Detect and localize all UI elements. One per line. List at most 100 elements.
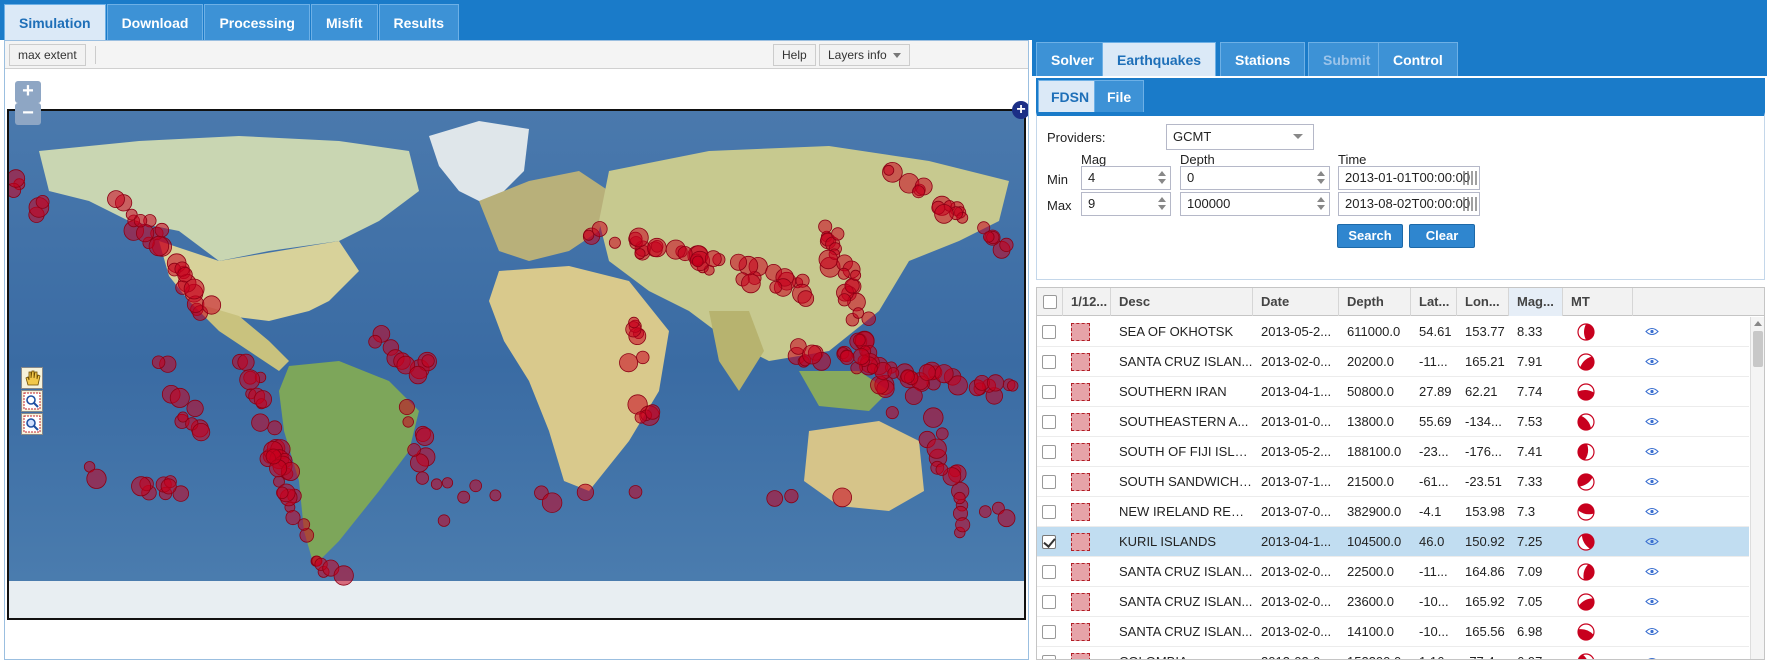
earthquake-marker[interactable] (1007, 380, 1019, 392)
beachball-icon[interactable] (1577, 653, 1595, 660)
earthquake-marker[interactable] (900, 369, 915, 384)
beachball-icon[interactable] (1577, 353, 1595, 371)
earthquake-marker[interactable] (934, 364, 954, 384)
earthquake-marker[interactable] (169, 387, 190, 408)
zoom-extent-icon[interactable] (21, 413, 43, 435)
column-header-index[interactable]: 1/12... (1063, 288, 1111, 316)
tab-fdsn[interactable]: FDSN (1038, 80, 1103, 112)
overview-map-toggle[interactable]: + (1012, 101, 1028, 119)
row-checkbox[interactable] (1042, 325, 1056, 339)
earthquake-marker[interactable] (415, 471, 429, 485)
earthquake-marker[interactable] (628, 485, 643, 499)
min-depth-field[interactable]: 0 (1180, 166, 1330, 190)
max-depth-field[interactable]: 100000 (1180, 192, 1330, 216)
clear-button[interactable]: Clear (1409, 224, 1475, 248)
earthquake-marker[interactable] (457, 490, 471, 504)
map-canvas[interactable] (7, 109, 1026, 620)
earthquake-marker[interactable] (837, 293, 852, 307)
table-row[interactable]: NEW IRELAND REGI... 2013-07-0... 382900.0 -… (1037, 497, 1749, 527)
earthquake-marker[interactable] (912, 185, 926, 199)
earthquake-marker[interactable] (983, 231, 995, 243)
earthquake-marker[interactable] (904, 387, 923, 405)
column-header-mt[interactable]: MT (1563, 288, 1633, 316)
eye-icon[interactable] (1645, 567, 1659, 576)
earthquake-marker[interactable] (935, 427, 949, 441)
map-view[interactable]: + − + (5, 70, 1028, 659)
world-map[interactable] (9, 111, 1024, 618)
earthquake-marker[interactable] (766, 490, 783, 507)
beachball-icon[interactable] (1577, 623, 1595, 641)
row-checkbox[interactable] (1042, 475, 1056, 489)
beachball-icon[interactable] (1577, 473, 1595, 491)
tab-earthquakes[interactable]: Earthquakes (1102, 42, 1217, 76)
earthquake-marker[interactable] (107, 190, 125, 208)
earthquake-marker[interactable] (934, 204, 954, 224)
earthquake-marker[interactable] (636, 350, 650, 365)
tab-control[interactable]: Control (1378, 42, 1458, 76)
earthquake-marker[interactable] (441, 477, 454, 489)
earthquake-marker[interactable] (9, 169, 26, 188)
eye-icon[interactable] (1645, 537, 1659, 546)
table-row[interactable]: COLOMBIA2013-02-0...152300.01.16-77.46.9… (1037, 647, 1749, 660)
earthquake-marker[interactable] (730, 253, 748, 271)
providers-select[interactable]: GCMT (1166, 124, 1314, 150)
earthquake-marker[interactable] (691, 255, 704, 268)
beachball-icon[interactable] (1577, 563, 1595, 581)
earthquake-marker[interactable] (430, 478, 443, 490)
earthquake-marker[interactable] (839, 350, 855, 365)
stepper-icon[interactable] (1317, 196, 1326, 212)
earthquake-marker[interactable] (201, 295, 222, 315)
earthquake-marker[interactable] (918, 363, 936, 381)
earthquake-marker[interactable] (239, 369, 261, 391)
row-checkbox[interactable] (1042, 535, 1056, 549)
earthquake-marker[interactable] (953, 491, 966, 505)
earthquake-marker[interactable] (86, 468, 107, 489)
row-checkbox[interactable] (1042, 445, 1056, 459)
scroll-up-icon[interactable] (1754, 321, 1762, 326)
beachball-icon[interactable] (1577, 323, 1595, 341)
earthquake-marker[interactable] (850, 269, 862, 281)
earthquake-marker[interactable] (852, 307, 865, 319)
eye-icon[interactable] (1645, 357, 1659, 366)
earthquake-marker[interactable] (797, 290, 815, 307)
row-checkbox[interactable] (1042, 595, 1056, 609)
earthquake-marker[interactable] (923, 407, 944, 428)
earthquake-marker[interactable] (299, 527, 315, 543)
earthquake-marker[interactable] (265, 448, 282, 465)
calendar-icon[interactable] (1463, 197, 1477, 211)
min-mag-field[interactable]: 4 (1081, 166, 1171, 190)
column-header-lat[interactable]: Lat... (1411, 288, 1457, 316)
earthquake-marker[interactable] (407, 443, 421, 457)
earthquake-marker[interactable] (784, 488, 799, 504)
earthquake-marker[interactable] (177, 411, 189, 423)
earthquake-marker[interactable] (148, 235, 170, 257)
earthquake-marker[interactable] (133, 213, 148, 228)
tab-misfit[interactable]: Misfit (310, 4, 378, 40)
help-button[interactable]: Help (773, 44, 816, 66)
tab-simulation[interactable]: Simulation (4, 4, 106, 40)
earthquake-marker[interactable] (837, 267, 850, 280)
earthquake-marker[interactable] (267, 420, 283, 436)
table-row[interactable]: KURIL ISLANDS 2013-04-1... 104500.0 46.0 150… (1037, 527, 1749, 557)
earthquake-marker[interactable] (802, 344, 822, 365)
eye-icon[interactable] (1645, 627, 1659, 636)
max-mag-field[interactable]: 9 (1081, 192, 1171, 216)
row-checkbox[interactable] (1042, 505, 1056, 519)
earthquake-marker[interactable] (955, 517, 971, 533)
table-row[interactable]: SOUTHERN IRAN 2013-04-1... 50800.0 27.89 62.… (1037, 377, 1749, 407)
stepper-icon[interactable] (1317, 170, 1326, 186)
table-row[interactable]: SEA OF OKHOTSK 2013-05-2... 611000.0 54.61 1… (1037, 317, 1749, 347)
earthquake-marker[interactable] (160, 478, 177, 495)
earthquake-marker[interactable] (186, 399, 204, 417)
earthquake-marker[interactable] (415, 427, 435, 446)
zoom-out-button[interactable]: − (15, 103, 41, 125)
calendar-icon[interactable] (1463, 171, 1477, 185)
table-row[interactable]: SANTA CRUZ ISLAN... 2013-02-0... 20200.0 -1… (1037, 347, 1749, 377)
hand-icon[interactable] (21, 367, 43, 389)
earthquake-marker[interactable] (887, 367, 900, 379)
earthquake-marker[interactable] (844, 278, 860, 294)
scrollbar-thumb[interactable] (1753, 331, 1763, 367)
tab-submit[interactable]: Submit (1308, 42, 1386, 76)
eye-icon[interactable] (1645, 327, 1659, 336)
eye-icon[interactable] (1645, 477, 1659, 486)
